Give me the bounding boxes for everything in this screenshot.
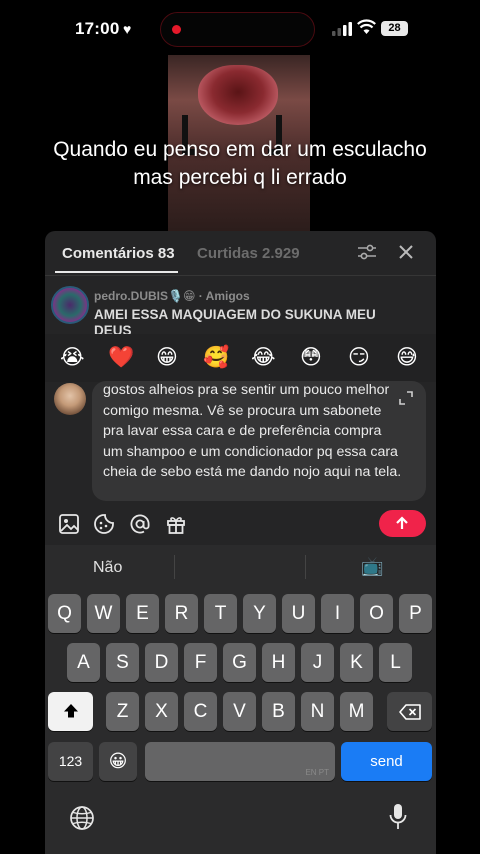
comments-tabs: Comentários 83 Curtidas 2.929 xyxy=(45,231,436,275)
close-icon[interactable] xyxy=(397,243,415,261)
status-time: 17:00 xyxy=(75,19,120,38)
key-a[interactable]: A xyxy=(67,643,100,682)
key-r[interactable]: R xyxy=(165,594,198,633)
key-y[interactable]: Y xyxy=(243,594,276,633)
key-f[interactable]: F xyxy=(184,643,217,682)
numbers-key[interactable]: 123 xyxy=(48,742,93,781)
divider xyxy=(45,275,436,276)
arrow-up-icon xyxy=(396,516,408,529)
cellular-signal-icon xyxy=(332,22,352,36)
filter-icon[interactable] xyxy=(357,243,377,261)
key-d[interactable]: D xyxy=(145,643,178,682)
emoji-key[interactable]: 😀 xyxy=(99,742,137,781)
tab-comments[interactable]: Comentários 83 xyxy=(62,245,175,262)
mention-icon[interactable] xyxy=(129,513,151,535)
emoji-option[interactable]: 🥰 xyxy=(203,346,229,370)
gift-icon[interactable] xyxy=(165,513,187,535)
key-t[interactable]: T xyxy=(204,594,237,633)
divider xyxy=(174,555,175,579)
key-o[interactable]: O xyxy=(360,594,393,633)
key-v[interactable]: V xyxy=(223,692,256,731)
key-u[interactable]: U xyxy=(282,594,315,633)
key-e[interactable]: E xyxy=(126,594,159,633)
key-k[interactable]: K xyxy=(340,643,373,682)
emoji-option[interactable]: ❤️ xyxy=(108,346,134,370)
keyboard-language-label: EN PT xyxy=(305,768,329,777)
backspace-key[interactable] xyxy=(387,692,432,731)
avatar[interactable] xyxy=(51,286,89,324)
key-w[interactable]: W xyxy=(87,594,120,633)
key-h[interactable]: H xyxy=(262,643,295,682)
key-q[interactable]: Q xyxy=(48,594,81,633)
avatar xyxy=(54,383,86,415)
active-tab-indicator xyxy=(55,271,178,273)
space-bar[interactable]: EN PT xyxy=(145,742,335,781)
key-g[interactable]: G xyxy=(223,643,256,682)
compose-toolbar xyxy=(45,507,436,543)
video-caption: Quando eu penso em dar um esculacho mas … xyxy=(53,138,427,189)
post-comment-button[interactable] xyxy=(379,510,426,537)
emoji-option[interactable]: 😭 xyxy=(60,346,85,370)
key-n[interactable]: N xyxy=(301,692,334,731)
suggestion-word[interactable]: Não xyxy=(93,559,122,577)
battery-icon: 28 xyxy=(381,21,408,36)
comment-item[interactable]: pedro.DUBIS🎙️😁 · Amigos AMEI ESSA MAQUIA… xyxy=(45,281,436,337)
divider xyxy=(305,555,306,579)
emoji-reaction-bar: 😭 ❤️ 😁 🥰 😂 😳 😏 😅 xyxy=(45,334,436,382)
keyboard: Não 📺 Q W E R T Y U I O P A S D F G H J … xyxy=(45,545,436,854)
key-l[interactable]: L xyxy=(379,643,412,682)
key-c[interactable]: C xyxy=(184,692,217,731)
dynamic-island xyxy=(160,12,315,47)
emoji-option[interactable]: 😏 xyxy=(348,346,370,370)
emoji-option[interactable]: 😁 xyxy=(156,346,178,370)
comment-input[interactable]: gostos alheios pra se sentir um pouco me… xyxy=(92,381,426,501)
key-x[interactable]: X xyxy=(145,692,178,731)
shift-icon xyxy=(63,704,78,718)
key-s[interactable]: S xyxy=(106,643,139,682)
wifi-icon xyxy=(357,19,376,34)
emoji-option[interactable]: 😅 xyxy=(396,346,418,370)
emoji-option[interactable]: 😳 xyxy=(300,346,322,370)
status-bar: 17:00 ♥ 28 xyxy=(0,0,480,58)
recording-indicator-icon xyxy=(172,25,181,34)
key-p[interactable]: P xyxy=(399,594,432,633)
suggestion-emoji[interactable]: 📺 xyxy=(361,556,383,576)
key-m[interactable]: M xyxy=(340,692,373,731)
comment-author[interactable]: pedro.DUBIS🎙️😁 · Amigos xyxy=(94,289,250,303)
suggestion-bar: Não 📺 xyxy=(45,545,436,588)
key-b[interactable]: B xyxy=(262,692,295,731)
comment-input-text[interactable]: gostos alheios pra se sentir um pouco me… xyxy=(103,381,403,483)
sticker-icon[interactable] xyxy=(93,513,115,535)
image-icon[interactable] xyxy=(58,513,80,535)
backspace-icon xyxy=(398,704,421,720)
send-key[interactable]: send xyxy=(341,742,432,781)
microphone-icon[interactable] xyxy=(389,803,407,831)
heart-icon: ♥ xyxy=(123,21,132,37)
key-i[interactable]: I xyxy=(321,594,354,633)
comment-text: AMEI ESSA MAQUIAGEM DO SUKUNA MEU DEUS xyxy=(94,307,376,337)
key-z[interactable]: Z xyxy=(106,692,139,731)
tab-likes[interactable]: Curtidas 2.929 xyxy=(197,245,300,262)
video-mouth xyxy=(198,65,278,125)
key-j[interactable]: J xyxy=(301,643,334,682)
expand-icon[interactable] xyxy=(399,391,413,405)
globe-icon[interactable] xyxy=(69,805,95,831)
emoji-option[interactable]: 😂 xyxy=(251,346,276,370)
shift-key[interactable] xyxy=(48,692,93,731)
